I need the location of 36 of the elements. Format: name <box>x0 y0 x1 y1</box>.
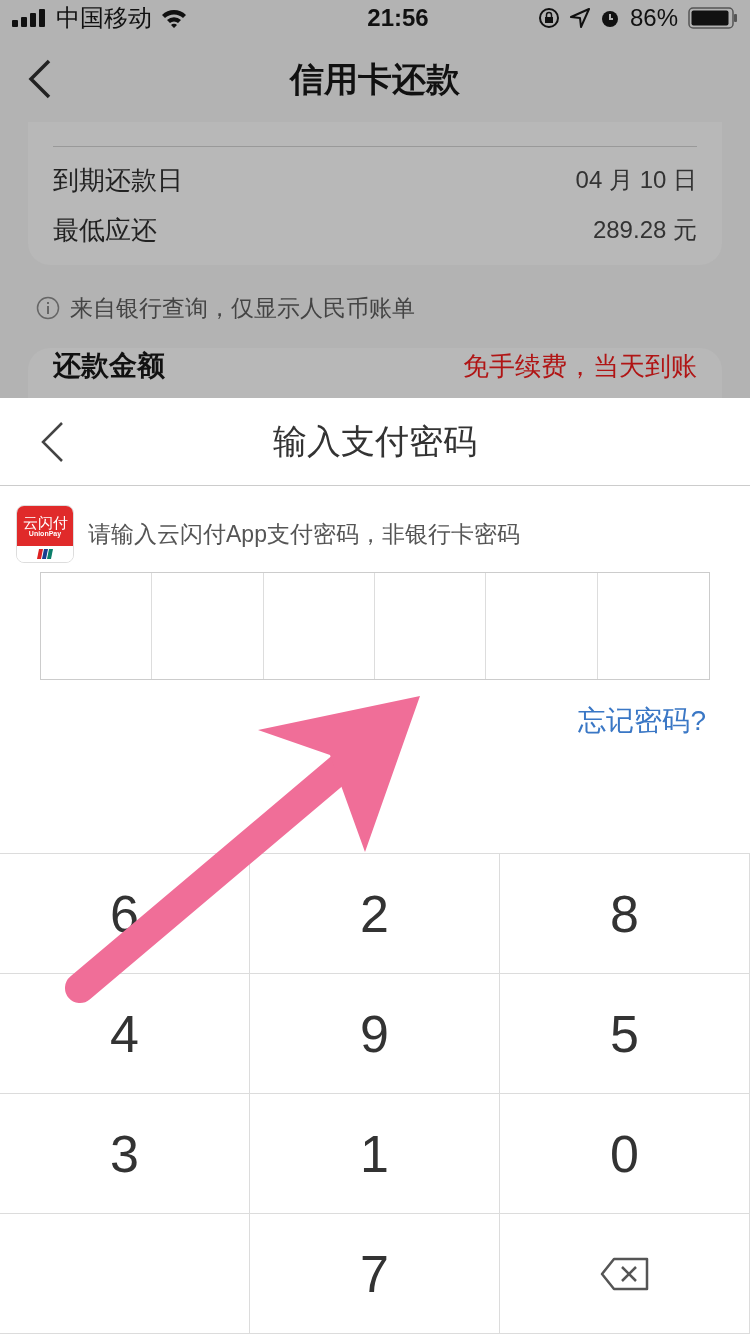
row-value: 289.28 元 <box>592 215 697 245</box>
row-label: 到期还款日 <box>53 163 183 197</box>
clock-time: 21:56 <box>367 3 429 33</box>
keypad-key[interactable]: 7 <box>250 1214 500 1334</box>
alarm-icon <box>599 8 620 28</box>
row-value: 04 月 10 日 <box>575 165 697 195</box>
keypad-key[interactable]: 2 <box>250 854 500 974</box>
fee-note: 免手续费，当天到账 <box>463 349 697 382</box>
signal-icon <box>12 9 48 27</box>
keypad-key[interactable]: 8 <box>500 854 750 974</box>
forgot-password-link[interactable]: 忘记密码? <box>578 700 706 742</box>
keypad-key[interactable]: 4 <box>0 974 250 1094</box>
back-icon[interactable] <box>28 59 52 99</box>
info-icon <box>36 296 60 321</box>
keypad-key[interactable]: 1 <box>250 1094 500 1214</box>
back-icon[interactable] <box>40 420 64 463</box>
row-label: 最低应还 <box>53 213 157 247</box>
rotation-lock-icon <box>537 7 560 29</box>
keypad-key[interactable]: 5 <box>500 974 750 1094</box>
sheet-title: 输入支付密码 <box>273 421 477 462</box>
unionpay-icon <box>37 549 53 559</box>
location-icon <box>569 8 590 28</box>
page-title: 信用卡还款 <box>290 58 460 100</box>
password-field[interactable] <box>40 572 710 680</box>
wifi-icon <box>160 8 188 28</box>
keypad-key[interactable]: 0 <box>500 1094 750 1214</box>
keypad-key[interactable]: 3 <box>0 1094 250 1214</box>
keypad-key[interactable]: 9 <box>250 974 500 1094</box>
battery-icon <box>688 7 738 29</box>
carrier-name: 中国移动 <box>56 3 152 33</box>
battery-percent: 86% <box>629 3 678 33</box>
notice-text: 来自银行查询，仅显示人民币账单 <box>70 294 415 323</box>
hint-text: 请输入云闪付App支付密码，非银行卡密码 <box>88 519 520 549</box>
backspace-icon <box>599 1256 650 1291</box>
amount-title: 还款金额 <box>53 349 165 382</box>
logo-name: 云闪付 <box>22 515 68 530</box>
